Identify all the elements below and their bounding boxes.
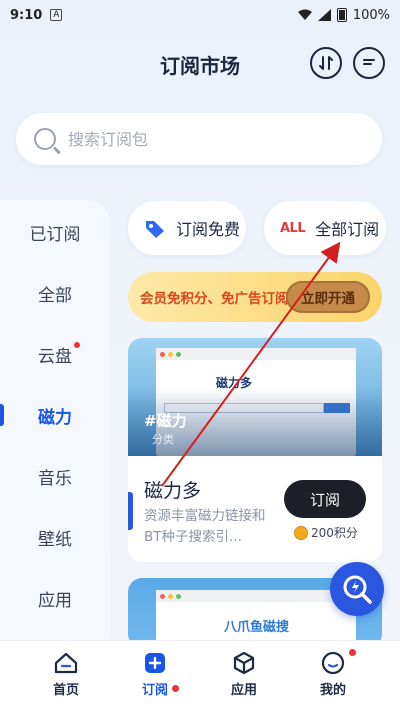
card-name: 磁力多 (144, 480, 202, 502)
nav-mine-label: 我的 (319, 683, 346, 698)
card-tag: #磁力 (144, 412, 187, 430)
cube-icon (233, 651, 255, 675)
nav-subscribe[interactable]: 订阅 (115, 651, 195, 698)
promo-text: 会员免积分、免广告订阅 (140, 291, 289, 307)
card-description: 资源丰富磁力链接和BT种子搜索引... (144, 508, 266, 545)
search-bolt-icon (343, 575, 372, 604)
quick-search-fab[interactable] (330, 562, 384, 616)
battery-percent: 100% (352, 7, 390, 23)
search-input[interactable] (68, 129, 348, 149)
free-subscription-chip[interactable]: 订阅免费 (128, 201, 246, 255)
nav-mine[interactable]: 我的 (293, 649, 373, 698)
signal-icon (317, 9, 331, 21)
status-bar: 9:10 A 100% (0, 0, 400, 30)
badge-dot (349, 649, 356, 656)
badge-dot (74, 342, 80, 348)
sidebar-item-all[interactable]: 全部 (0, 273, 110, 313)
sidebar-item-label: 壁纸 (38, 529, 72, 550)
sidebar-item-label: 磁力 (38, 407, 72, 428)
points-cost: 200积分 (294, 524, 358, 541)
wifi-icon (297, 9, 312, 20)
sidebar-item-label: 全部 (38, 285, 72, 306)
tag-icon (146, 221, 164, 238)
search-bar[interactable] (16, 113, 382, 165)
category-sidebar: 已订阅 全部 云盘 磁力 音乐 壁纸 应用 (0, 200, 110, 640)
status-time: 9:10 (10, 7, 43, 23)
sidebar-item-apps[interactable]: 应用 (0, 578, 110, 618)
badge-dot (172, 685, 179, 692)
nav-apps-label: 应用 (230, 683, 257, 698)
nav-home[interactable]: 首页 (26, 651, 106, 698)
sidebar-item-magnet[interactable]: 磁力 (0, 395, 110, 435)
battery-icon (336, 8, 347, 22)
nav-apps[interactable]: 应用 (204, 651, 284, 698)
header: 订阅市场 (0, 40, 400, 90)
sidebar-item-label: 应用 (38, 590, 72, 611)
all-subscriptions-chip[interactable]: ALL 全部订阅 (264, 201, 386, 255)
sidebar-item-cloud[interactable]: 云盘 (0, 334, 110, 374)
message-icon[interactable] (353, 47, 385, 79)
search-icon (34, 128, 56, 150)
coin-icon (294, 525, 308, 540)
free-subscription-label: 订阅免费 (176, 220, 241, 239)
sidebar-item-label: 音乐 (38, 468, 72, 489)
subscribe-icon (145, 653, 165, 673)
nav-subscribe-label: 订阅 (141, 683, 168, 698)
sidebar-item-label: 云盘 (38, 346, 72, 367)
status-right: 100% (297, 7, 390, 23)
subscription-card[interactable]: 磁力多 #磁力 分类 磁力多 资源丰富磁力链接和BT种子搜索引... 订阅 20… (128, 338, 382, 562)
activate-now-button[interactable]: 立即开通 (286, 281, 370, 313)
sidebar-item-music[interactable]: 音乐 (0, 456, 110, 496)
sidebar-item-label: 已订阅 (29, 224, 81, 245)
sort-arrows-icon[interactable] (310, 47, 342, 79)
nav-home-label: 首页 (52, 683, 79, 698)
notification-icon: A (50, 9, 63, 21)
subscribe-button[interactable]: 订阅 (284, 480, 366, 518)
points-label: 200积分 (311, 526, 358, 540)
bottom-nav: 首页 订阅 应用 我的 (0, 640, 400, 710)
vip-promo-banner[interactable]: 会员免积分、免广告订阅 立即开通 (128, 272, 382, 322)
preview-logo: 八爪鱼磁搜 (224, 620, 290, 635)
card-highlight-bar (128, 492, 133, 530)
sidebar-item-subscribed[interactable]: 已订阅 (0, 212, 110, 252)
card-category: 分类 (152, 433, 174, 446)
card-preview-image: 磁力多 #磁力 分类 (128, 338, 382, 456)
smile-icon (321, 651, 345, 675)
all-subscriptions-label: 全部订阅 (315, 220, 380, 239)
sidebar-item-wallpaper[interactable]: 壁纸 (0, 517, 110, 557)
all-badge-icon: ALL (280, 220, 306, 236)
home-icon (54, 652, 78, 674)
